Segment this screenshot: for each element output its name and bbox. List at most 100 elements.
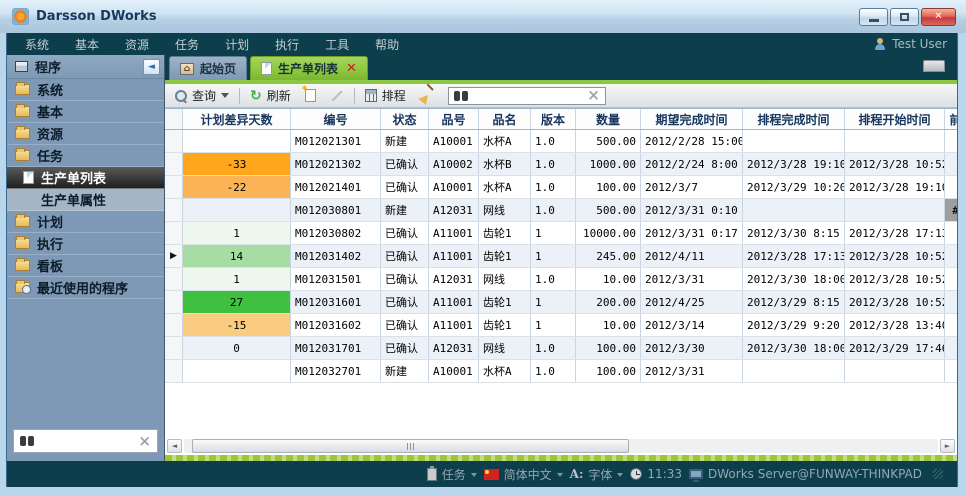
toolbar-separator (239, 88, 240, 104)
menu-item[interactable]: 计划 (225, 36, 249, 53)
table-row[interactable]: 1M012030802已确认A11001齿轮1110000.002012/3/3… (165, 222, 957, 245)
resize-grip-icon[interactable] (933, 469, 943, 479)
cell-2: 新建 (381, 199, 429, 221)
column-header[interactable]: 数量 (576, 109, 641, 129)
row-indicator (165, 176, 183, 198)
cell-3: A11001 (429, 314, 479, 336)
column-header[interactable]: 版本 (531, 109, 576, 129)
sidebar-item-system[interactable]: 系统 (7, 79, 164, 101)
table-row[interactable]: 27M012031601已确认A11001齿轮11200.002012/4/25… (165, 291, 957, 314)
sidebar-collapse-button[interactable]: ◄ (143, 59, 160, 75)
production-order-grid: 计划差异天数编号状态品号品名版本数量期望完成时间排程完成时间排程开始时间前 M0… (165, 108, 957, 437)
menu-item[interactable]: 系统 (25, 36, 49, 53)
scroll-right-button[interactable]: ► (940, 439, 955, 453)
cell-5: 1.0 (531, 130, 576, 152)
clear-icon[interactable]: × (138, 434, 151, 449)
program-panel-icon (15, 61, 28, 72)
menu-item[interactable]: 基本 (75, 36, 99, 53)
statusbar-font-menu[interactable]: A: 字体 (570, 466, 624, 483)
sidebar-item-recent-programs[interactable]: 最近使用的程序 (7, 277, 164, 299)
cell-9 (845, 130, 945, 152)
table-row[interactable]: M012032701新建A10001水杯A1.0100.002012/3/31 (165, 360, 957, 383)
user-area[interactable]: Test User (874, 37, 947, 51)
chevron-down-icon (617, 473, 623, 480)
user-icon (874, 38, 886, 50)
sidebar-item-kanban[interactable]: 看板 (7, 255, 164, 277)
cell-8: 2012/3/30 18:00 (743, 268, 845, 290)
cell-3: A10001 (429, 130, 479, 152)
scroll-left-button[interactable]: ◄ (167, 439, 182, 453)
column-header[interactable]: 排程开始时间 (845, 109, 945, 129)
statusbar-language-menu[interactable]: 简体中文 (484, 466, 563, 483)
maximize-button[interactable] (890, 8, 919, 26)
tab-label: 起始页 (200, 60, 236, 77)
column-header[interactable]: 品号 (429, 109, 479, 129)
app-logo-icon (12, 8, 29, 25)
pin-icon[interactable] (923, 60, 945, 72)
menu-item[interactable]: 工具 (325, 36, 349, 53)
cell-2: 已确认 (381, 291, 429, 313)
clean-button[interactable] (416, 87, 438, 105)
sidebar-item-production-order-props[interactable]: 生产单属性 (7, 189, 164, 211)
sidebar-item-plan[interactable]: 计划 (7, 211, 164, 233)
sidebar-search-box[interactable]: × (13, 429, 158, 453)
table-row[interactable]: 0M012031701已确认A12031网线1.0100.002012/3/30… (165, 337, 957, 360)
cell-6: 10.00 (576, 268, 641, 290)
table-row[interactable]: -33M012021302已确认A10002水杯B1.01000.002012/… (165, 153, 957, 176)
cell-6: 500.00 (576, 199, 641, 221)
cell-9 (845, 360, 945, 382)
edit-button[interactable] (326, 93, 348, 99)
column-header[interactable]: 期望完成时间 (641, 109, 743, 129)
schedule-button[interactable]: 排程 (361, 85, 410, 106)
sidebar-item-resource[interactable]: 资源 (7, 123, 164, 145)
cell-3: A12031 (429, 199, 479, 221)
cell-2: 已确认 (381, 222, 429, 244)
sidebar-item-basic[interactable]: 基本 (7, 101, 164, 123)
cell-1: M012032701 (291, 360, 381, 382)
tab-production-order-list[interactable]: 生产单列表✕ (250, 56, 368, 80)
sidebar-search-input[interactable] (40, 434, 132, 448)
scrollbar-track[interactable] (184, 439, 938, 453)
cell-3: A10001 (429, 176, 479, 198)
scrollbar-thumb[interactable] (192, 439, 629, 453)
toolbar-separator (354, 88, 355, 104)
cell-4: 网线 (479, 337, 531, 359)
minimize-button[interactable] (859, 8, 888, 26)
table-row[interactable]: -15M012031602已确认A11001齿轮1110.002012/3/14… (165, 314, 957, 337)
clear-icon[interactable]: × (587, 88, 600, 103)
close-button[interactable]: ✕ (921, 8, 956, 26)
column-header[interactable]: 前 (945, 109, 957, 129)
table-row[interactable]: ▶14M012031402已确认A11001齿轮11245.002012/4/1… (165, 245, 957, 268)
search-icon (175, 90, 187, 102)
menu-item[interactable]: 执行 (275, 36, 299, 53)
menu-item[interactable]: 资源 (125, 36, 149, 53)
new-button[interactable] (301, 87, 320, 104)
column-header[interactable]: 状态 (381, 109, 429, 129)
cell-7: 2012/3/30 (641, 337, 743, 359)
column-header[interactable]: 编号 (291, 109, 381, 129)
statusbar-task-menu[interactable]: 任务 (427, 466, 477, 483)
cell-10 (945, 268, 957, 290)
sidebar-item-execute[interactable]: 执行 (7, 233, 164, 255)
cell-7: 2012/3/31 (641, 360, 743, 382)
table-row[interactable]: M012021301新建A10001水杯A1.0500.002012/2/28 … (165, 130, 957, 153)
column-header[interactable]: 品名 (479, 109, 531, 129)
column-header[interactable]: 计划差异天数 (183, 109, 291, 129)
filter-search-box[interactable]: × (448, 87, 606, 105)
sidebar-item-task[interactable]: 任务 (7, 145, 164, 167)
menu-item[interactable]: 任务 (175, 36, 199, 53)
table-row[interactable]: -22M012021401已确认A10001水杯A1.0100.002012/3… (165, 176, 957, 199)
china-flag-icon (484, 469, 499, 480)
sidebar-item-label: 看板 (37, 256, 63, 275)
row-gutter-header (165, 109, 183, 129)
menu-item[interactable]: 帮助 (375, 36, 399, 53)
table-row[interactable]: 1M012031501已确认A12031网线1.010.002012/3/312… (165, 268, 957, 291)
sidebar-item-production-order-list[interactable]: 生产单列表 (7, 167, 164, 189)
tab-close-icon[interactable]: ✕ (346, 62, 357, 75)
tab-home[interactable]: ⌂起始页 (169, 56, 247, 80)
refresh-button[interactable]: ↻ 刷新 (246, 85, 295, 106)
filter-search-input[interactable] (473, 89, 582, 103)
table-row[interactable]: M012030801新建A12031网线1.0500.002012/3/31 0… (165, 199, 957, 222)
query-button[interactable]: 查询 (171, 85, 233, 106)
column-header[interactable]: 排程完成时间 (743, 109, 845, 129)
